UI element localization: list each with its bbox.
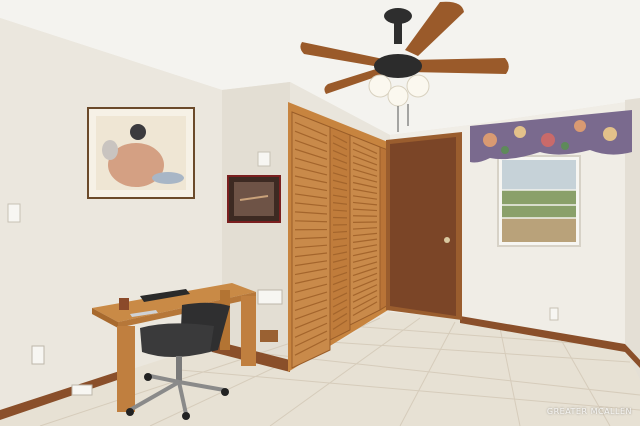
louver-slat — [352, 215, 378, 217]
door-knob — [444, 237, 450, 243]
wall-vent — [260, 330, 278, 342]
light-globe — [368, 74, 392, 98]
wall-outlet — [31, 345, 45, 365]
light-switch — [7, 203, 21, 223]
light-globe — [406, 74, 430, 98]
desk-cup — [119, 298, 129, 310]
wall-outlet-right — [549, 307, 559, 321]
fan-blade — [410, 58, 509, 74]
window — [497, 155, 581, 247]
wall-plate — [257, 289, 283, 305]
small-framed-picture — [227, 175, 281, 223]
watermark: GREATER MCALLEN — [546, 407, 632, 416]
wooden-entry-door — [386, 132, 462, 320]
room-photo — [0, 0, 640, 426]
floor-outlet — [71, 384, 93, 396]
thermostat — [257, 151, 271, 167]
light-globe — [387, 85, 409, 107]
framed-artwork — [87, 107, 195, 199]
